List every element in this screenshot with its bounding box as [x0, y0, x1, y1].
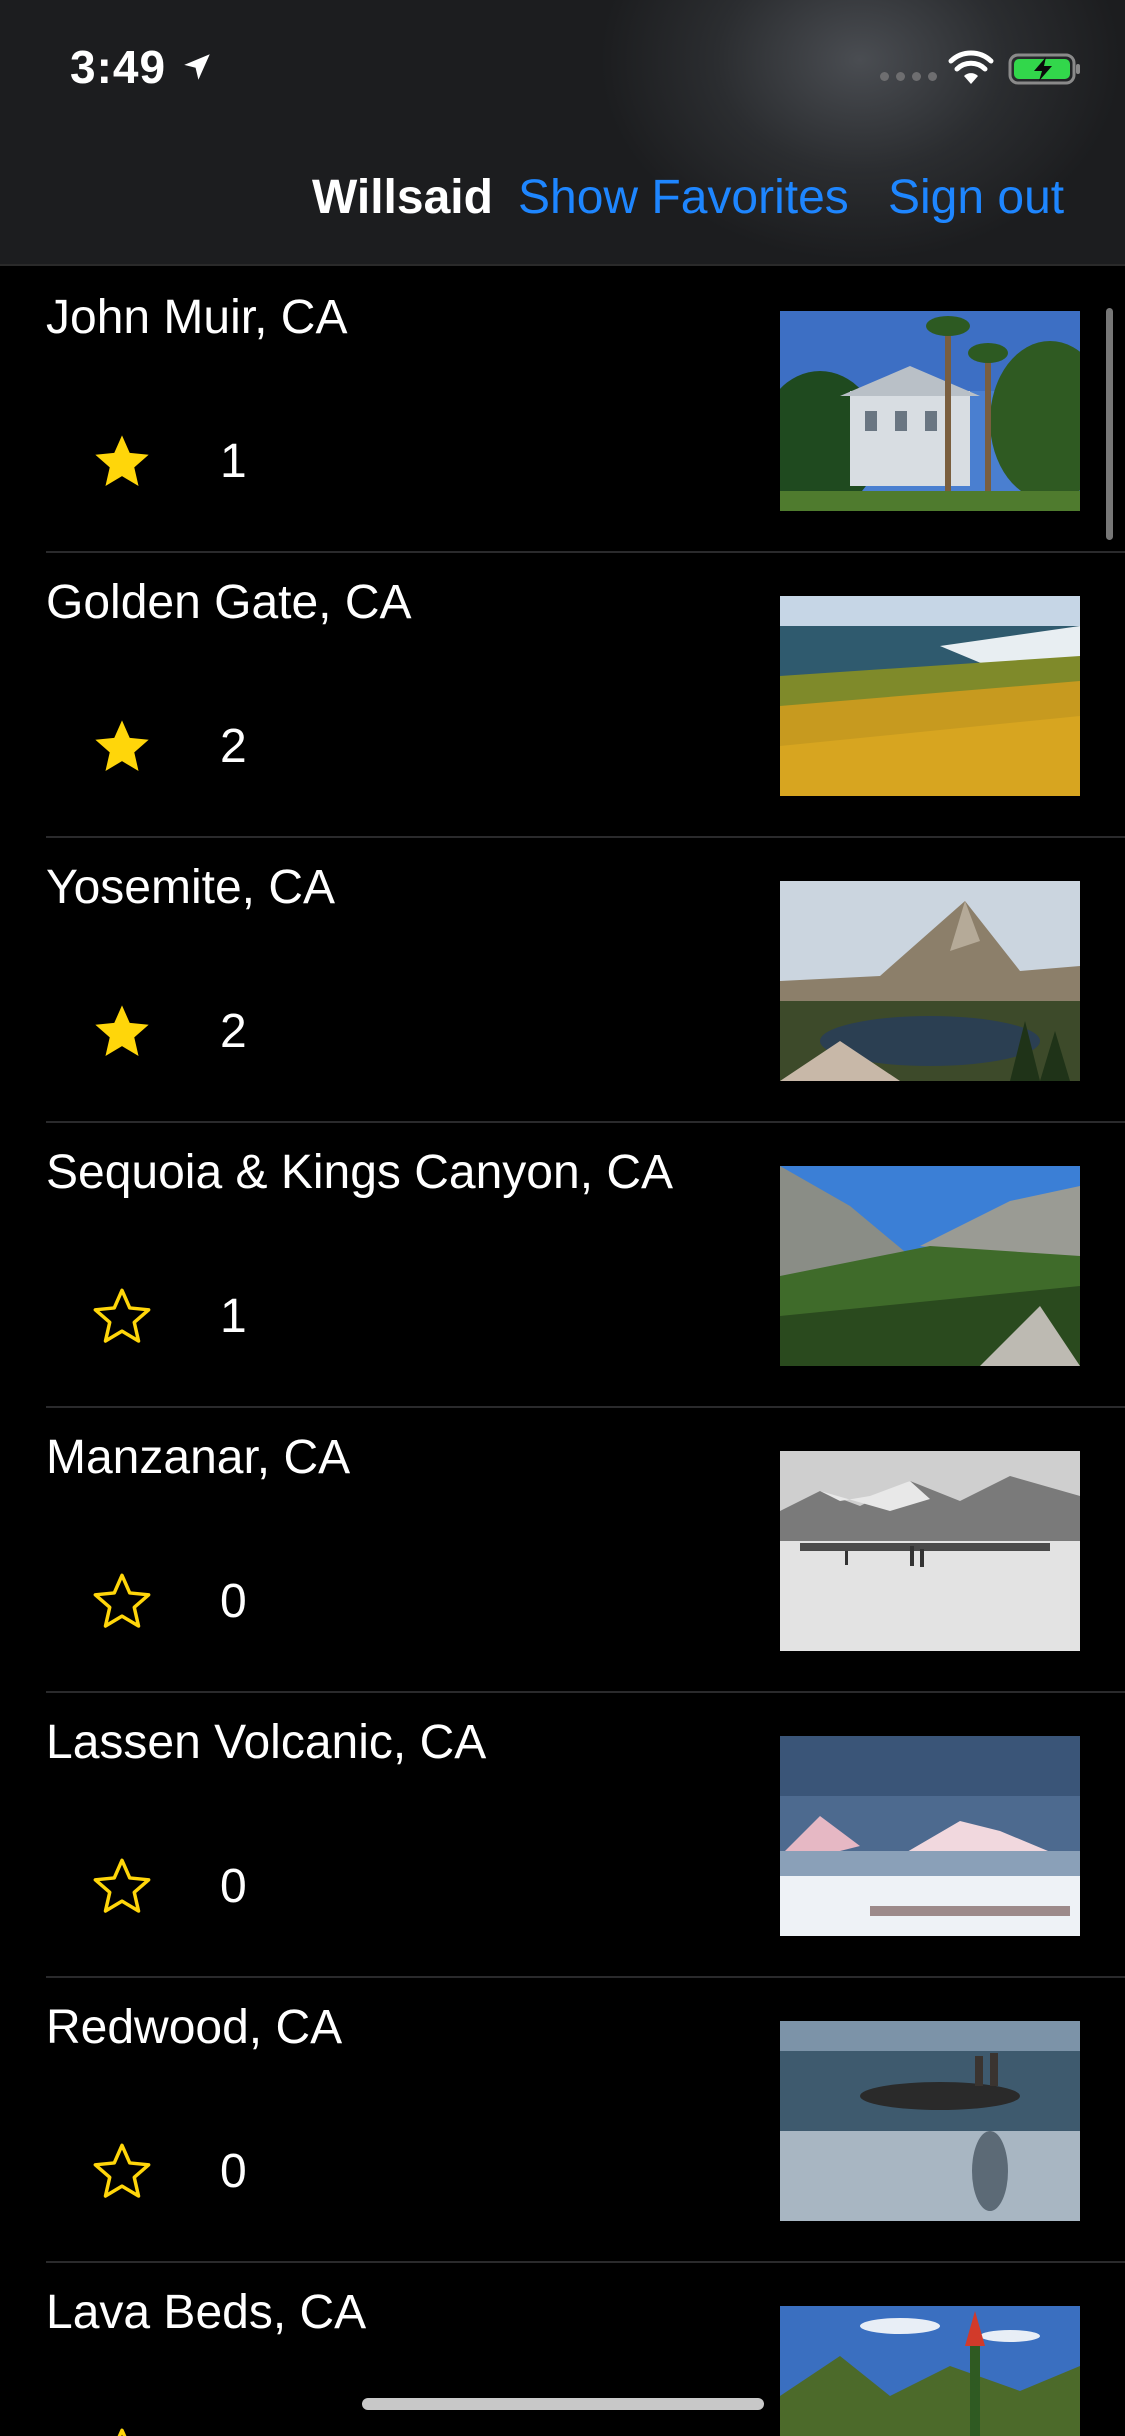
park-row[interactable]: Redwood, CA 0 — [46, 1978, 1125, 2263]
park-photo — [780, 1736, 1080, 1936]
parks-list[interactable]: John Muir, CA 1 Golden Gate, CA 2 Yosemi… — [0, 268, 1125, 2436]
park-name: Yosemite, CA — [46, 861, 336, 914]
park-row[interactable]: Sequoia & Kings Canyon, CA 1 — [46, 1123, 1125, 1408]
park-row[interactable]: Lava Beds, CA — [46, 2263, 1125, 2436]
park-photo — [780, 311, 1080, 511]
star-filled-icon[interactable] — [90, 430, 154, 494]
cellular-signal-icon — [880, 72, 937, 81]
park-name: John Muir, CA — [46, 291, 348, 344]
home-indicator[interactable] — [362, 2398, 764, 2410]
star-outline-icon[interactable] — [90, 2425, 154, 2436]
favorite-count: 2 — [220, 1005, 247, 1058]
star-outline-icon[interactable] — [90, 1855, 154, 1919]
park-row[interactable]: Manzanar, CA 0 — [46, 1408, 1125, 1693]
park-name: Golden Gate, CA — [46, 576, 412, 629]
user-name: Willsaid — [312, 171, 493, 224]
show-favorites-button[interactable]: Show Favorites — [518, 170, 849, 225]
park-photo — [780, 2306, 1080, 2436]
park-name: Manzanar, CA — [46, 1431, 351, 1484]
favorite-count: 0 — [220, 1860, 247, 1913]
favorite-count: 1 — [220, 435, 247, 488]
star-filled-icon[interactable] — [90, 715, 154, 779]
park-row[interactable]: Golden Gate, CA 2 — [46, 553, 1125, 838]
favorite-count: 0 — [220, 1575, 247, 1628]
wifi-icon — [948, 50, 994, 84]
location-arrow-icon — [184, 54, 210, 80]
park-name: Lava Beds, CA — [46, 2286, 367, 2339]
park-photo — [780, 881, 1080, 1081]
sign-out-button[interactable]: Sign out — [888, 170, 1064, 225]
park-name: Sequoia & Kings Canyon, CA — [46, 1146, 674, 1199]
park-photo — [780, 1166, 1080, 1366]
favorite-count: 2 — [220, 720, 247, 773]
park-photo — [780, 596, 1080, 796]
navigation-bar: 3:49 Willsaid Show Favorites Sign out — [0, 0, 1125, 266]
star-outline-icon[interactable] — [90, 1285, 154, 1349]
star-outline-icon[interactable] — [90, 1570, 154, 1634]
status-time: 3:49 — [70, 41, 167, 93]
favorite-count: 0 — [220, 2145, 247, 2198]
park-photo — [780, 2021, 1080, 2221]
park-row[interactable]: Yosemite, CA 2 — [46, 838, 1125, 1123]
park-name: Redwood, CA — [46, 2001, 343, 2054]
favorite-count: 1 — [220, 1290, 247, 1343]
scroll-indicator[interactable] — [1106, 308, 1113, 540]
park-row[interactable]: John Muir, CA 1 — [46, 268, 1125, 553]
park-name: Lassen Volcanic, CA — [46, 1716, 487, 1769]
park-photo — [780, 1451, 1080, 1651]
battery-charging-icon — [1008, 53, 1080, 85]
star-filled-icon[interactable] — [90, 1000, 154, 1064]
park-row[interactable]: Lassen Volcanic, CA 0 — [46, 1693, 1125, 1978]
star-outline-icon[interactable] — [90, 2140, 154, 2204]
